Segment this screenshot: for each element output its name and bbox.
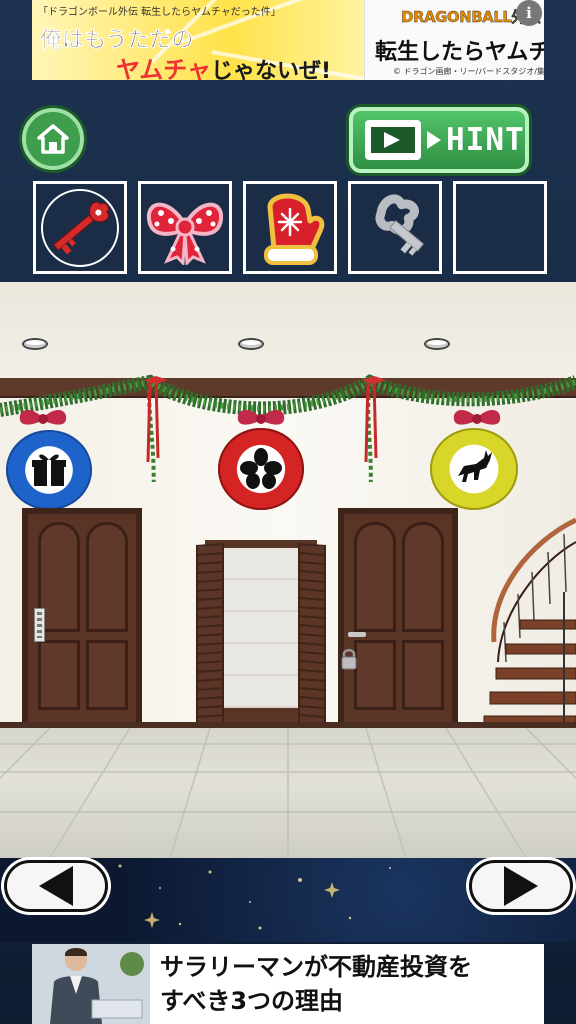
- ad-headline-line1: サラリーマンが不動産投資を: [160, 953, 472, 981]
- ad-line2-rest: じゃないぜ!: [211, 59, 332, 80]
- previous-view-button[interactable]: [4, 860, 108, 912]
- mitten-icon: [264, 193, 325, 265]
- next-view-button[interactable]: [469, 860, 573, 912]
- red-key-icon: [41, 188, 119, 267]
- shutter-door-right[interactable]: [298, 543, 326, 735]
- home-icon: [37, 124, 69, 154]
- flower-icon: [240, 448, 282, 489]
- inventory-slot-2[interactable]: [138, 181, 232, 274]
- home-button[interactable]: [22, 108, 84, 170]
- yellow-wreath[interactable]: [430, 428, 518, 510]
- hint-video-button[interactable]: HINT: [349, 107, 529, 173]
- spiral-staircase[interactable]: [470, 512, 576, 742]
- inventory-slot-4[interactable]: [348, 181, 442, 274]
- hint-label: HINT: [446, 122, 525, 158]
- ad-photo: [32, 944, 150, 1024]
- shutter-door-left[interactable]: [196, 543, 224, 735]
- blue-wreath[interactable]: [6, 430, 92, 510]
- padlock-icon[interactable]: [340, 648, 358, 670]
- ad-line2-em: ヤムチャ: [116, 56, 212, 80]
- silver-key-icon: [375, 193, 425, 256]
- wreath-bow-blue: [19, 409, 67, 425]
- bow-icon: [146, 202, 224, 265]
- bottom-ad-banner[interactable]: サラリーマンが不動産投資を すべき3つの理由: [32, 944, 544, 1024]
- game-screen: 「ドラゴンボール外伝 転生したらヤムチャだった件」 俺はもうただの ヤムチャじゃ…: [0, 0, 576, 1024]
- ad-artwork-left: 「ドラゴンボール外伝 転生したらヤムチャだった件」 俺はもうただの ヤムチャじゃ…: [32, 0, 364, 80]
- inventory-slot-3[interactable]: [243, 181, 337, 274]
- ad-headline: サラリーマンが不動産投資を すべき3つの理由: [150, 944, 472, 1024]
- keypad[interactable]: [34, 608, 45, 642]
- wreath-bow-red: [237, 409, 285, 425]
- inventory-slot-1[interactable]: [33, 181, 127, 274]
- ad-info-icon[interactable]: i: [516, 0, 542, 26]
- stone-wall: [223, 548, 299, 708]
- inventory-slot-5[interactable]: [453, 181, 547, 274]
- inventory-bar: [33, 181, 547, 274]
- right-door[interactable]: [338, 508, 458, 728]
- door-handle[interactable]: [348, 632, 366, 637]
- room-scene: [0, 282, 576, 858]
- ad-title: 転生したらヤムチャだった件: [375, 40, 544, 65]
- wreath-bow-yellow: [453, 409, 501, 425]
- red-wreath[interactable]: [218, 428, 304, 510]
- video-icon: [365, 120, 421, 160]
- ad-caption: 「ドラゴンボール外伝 転生したらヤムチャだった件」: [38, 7, 281, 18]
- ad-headline-line2: すべき3つの理由: [160, 987, 344, 1015]
- ad-artwork-right: DRAGONBALL外伝 転生したらヤムチャだった件 © ドラゴン画廊・リー/バ…: [364, 0, 544, 80]
- top-ad-banner[interactable]: 「ドラゴンボール外伝 転生したらヤムチャだった件」 俺はもうただの ヤムチャじゃ…: [32, 0, 544, 80]
- arrow-right-icon: [504, 866, 538, 906]
- gift-icon: [32, 454, 66, 486]
- arrow-right-icon: [427, 131, 441, 149]
- arrow-left-icon: [39, 866, 73, 906]
- tile-floor: [0, 727, 576, 858]
- ad-copyright: © ドラゴン画廊・リー/バードスタジオ/集英社: [393, 67, 544, 76]
- reindeer-icon: [458, 450, 492, 482]
- ad-line2: ヤムチャじゃないぜ!: [116, 50, 331, 80]
